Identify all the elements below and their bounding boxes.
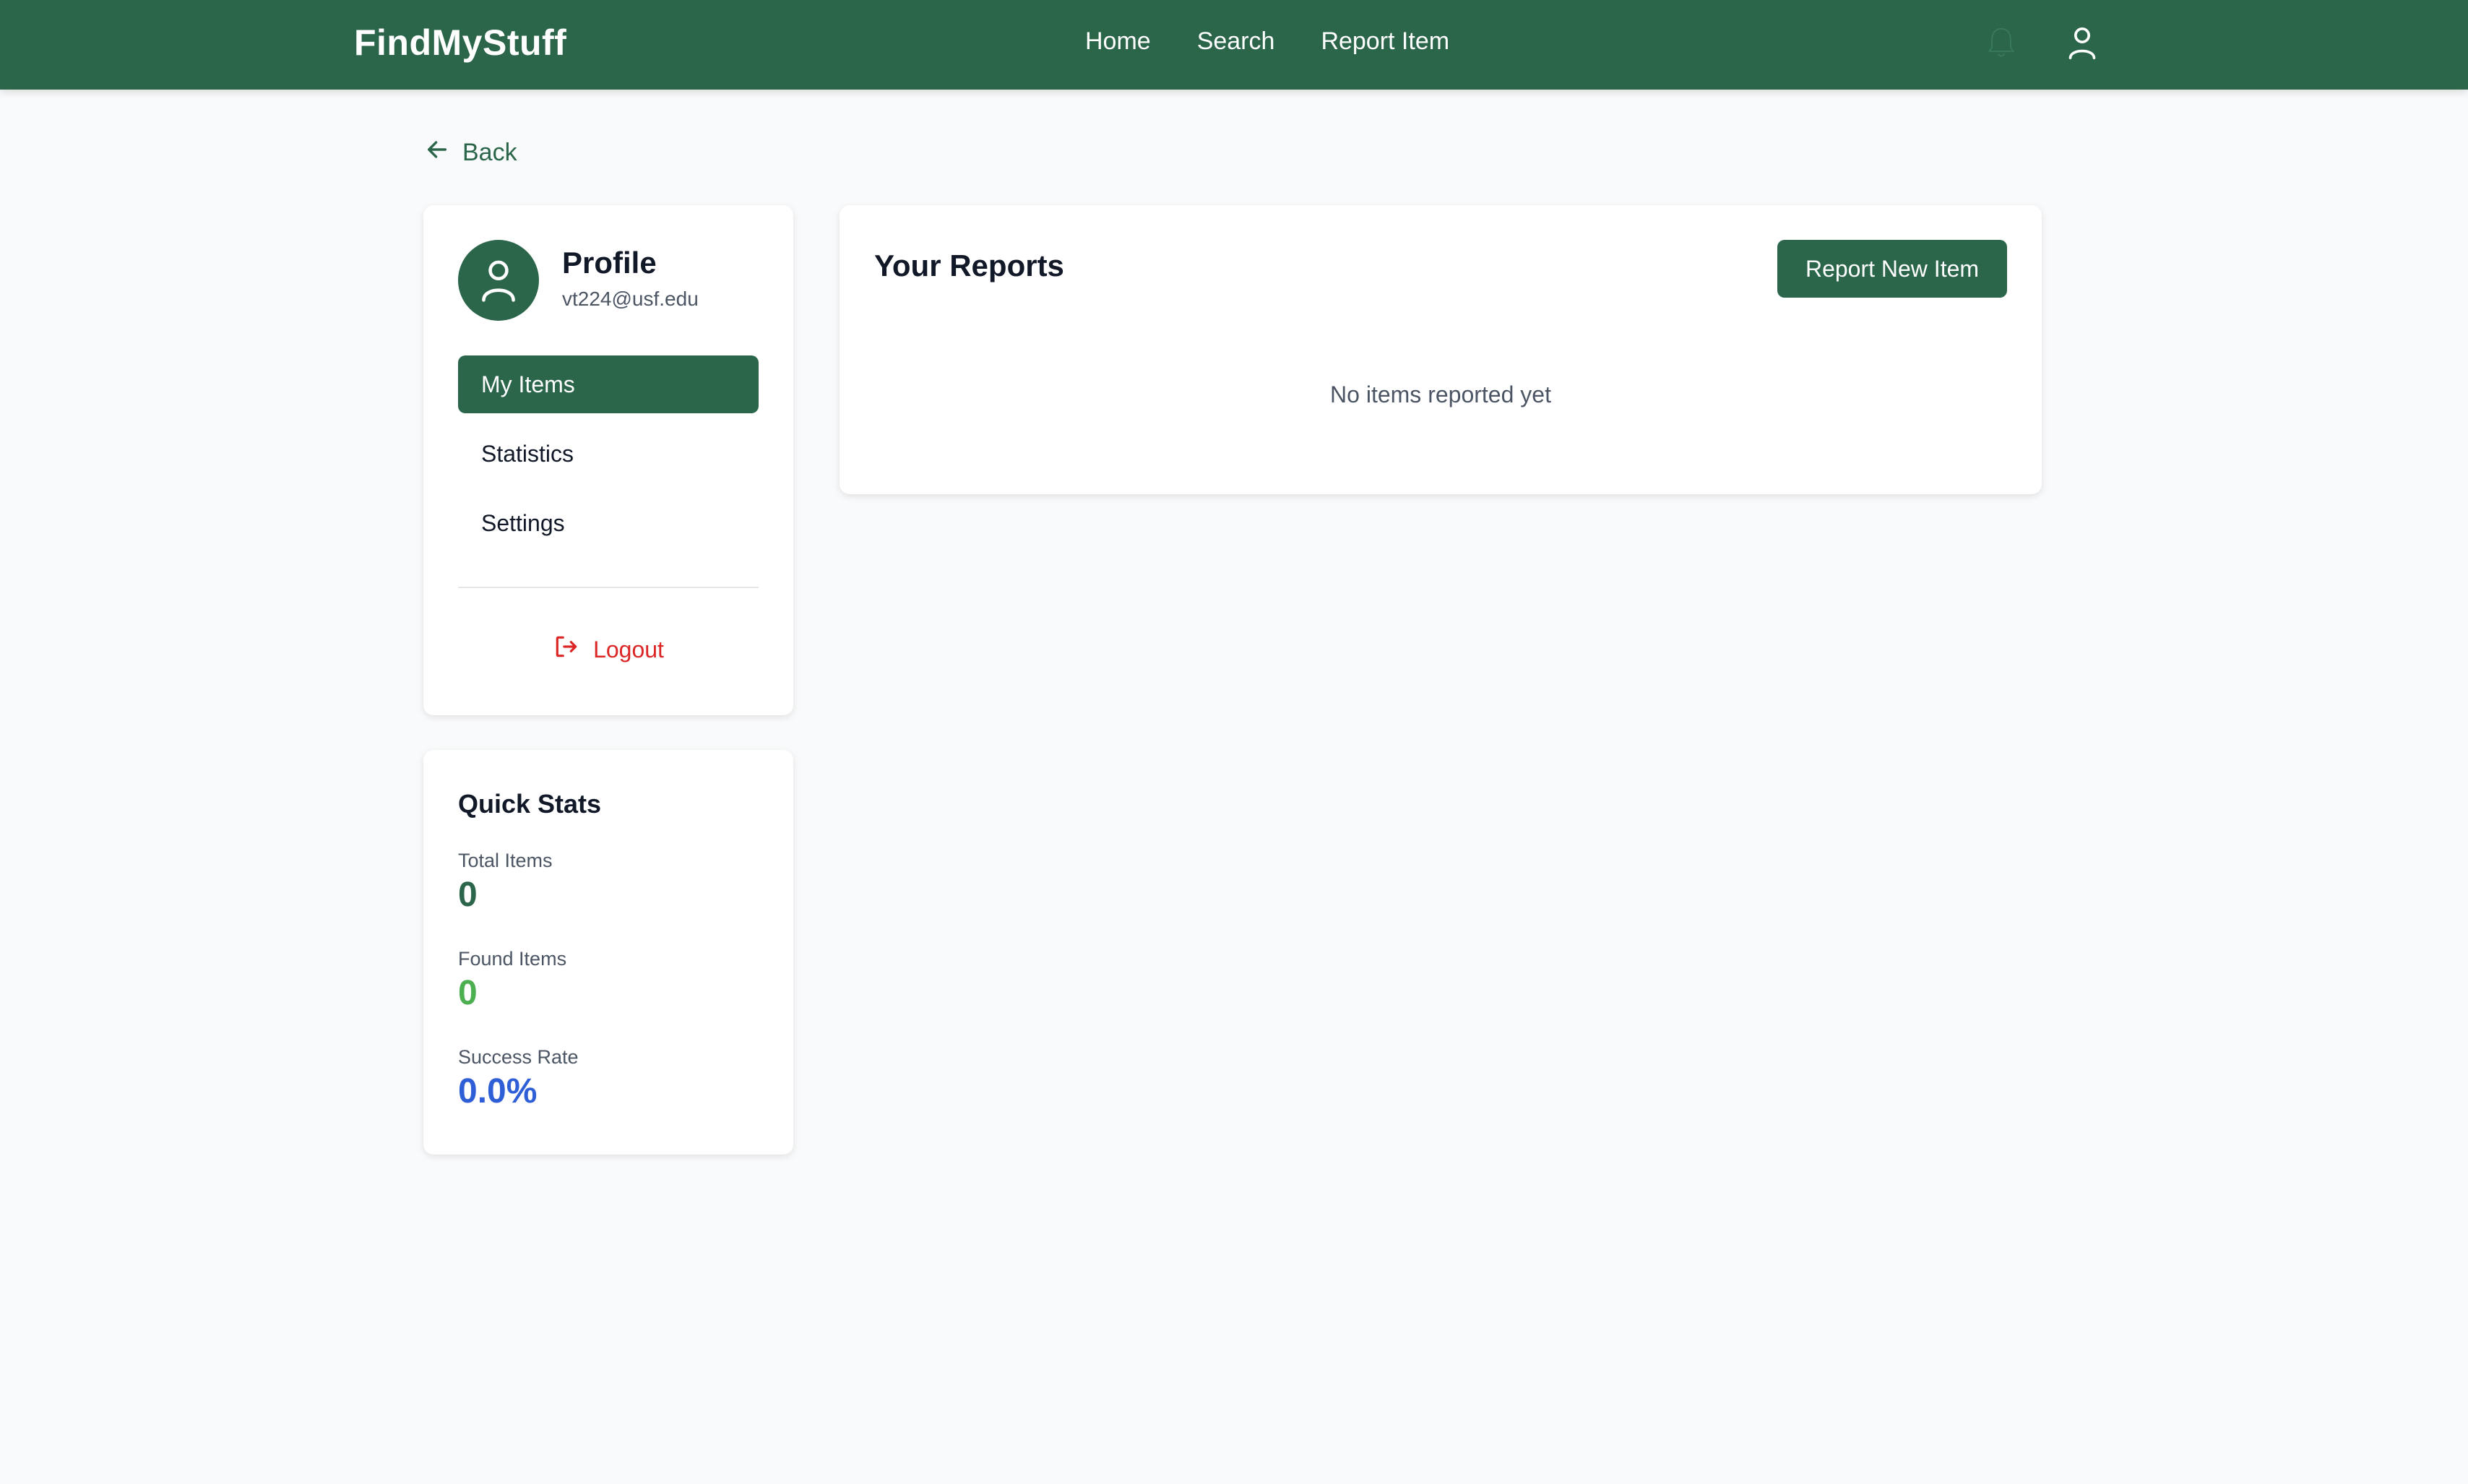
stat-total-items: Total Items 0 bbox=[458, 850, 553, 915]
stat-value: 0 bbox=[458, 876, 478, 914]
stat-found-items: Found Items 0 bbox=[458, 948, 566, 1013]
back-link[interactable]: Back bbox=[425, 137, 517, 168]
logout-label: Logout bbox=[593, 636, 664, 663]
brand-logo[interactable]: FindMyStuff bbox=[354, 22, 566, 64]
quick-stats-title: Quick Stats bbox=[458, 789, 602, 819]
divider bbox=[458, 587, 759, 588]
stat-label: Total Items bbox=[458, 850, 553, 871]
menu-item-settings[interactable]: Settings bbox=[458, 494, 759, 552]
reports-title: Your Reports bbox=[874, 249, 1064, 282]
back-label: Back bbox=[462, 139, 517, 166]
nav-links: Home Search Report Item bbox=[1085, 27, 1449, 56]
top-navbar: FindMyStuff Home Search Report Item bbox=[0, 0, 2468, 90]
profile-menu: My Items Statistics Settings bbox=[458, 355, 759, 564]
quick-stats-card: Quick Stats Total Items 0 Found Items 0 … bbox=[423, 750, 793, 1155]
nav-search-link[interactable]: Search bbox=[1197, 27, 1275, 56]
nav-report-item-link[interactable]: Report Item bbox=[1321, 27, 1449, 56]
your-reports-card: Your Reports Report New Item No items re… bbox=[840, 205, 2042, 494]
user-icon[interactable] bbox=[2066, 25, 2098, 66]
user-icon bbox=[482, 260, 515, 302]
nav-home-link[interactable]: Home bbox=[1085, 27, 1151, 56]
bell-icon[interactable] bbox=[1985, 25, 2017, 66]
avatar bbox=[458, 240, 539, 321]
report-new-item-button[interactable]: Report New Item bbox=[1777, 240, 2007, 298]
menu-item-my-items[interactable]: My Items bbox=[458, 355, 759, 413]
stat-label: Found Items bbox=[458, 948, 567, 970]
profile-card: Profile vt224@usf.edu My Items Statistic… bbox=[423, 205, 793, 715]
menu-item-statistics[interactable]: Statistics bbox=[458, 425, 759, 483]
stat-value: 0.0% bbox=[458, 1072, 538, 1110]
profile-email: vt224@usf.edu bbox=[562, 288, 699, 310]
arrow-left-icon bbox=[425, 137, 449, 168]
logout-icon bbox=[553, 633, 580, 666]
stat-label: Success Rate bbox=[458, 1046, 579, 1068]
profile-title: Profile bbox=[562, 246, 657, 280]
empty-state-message: No items reported yet bbox=[1330, 381, 1551, 407]
stat-value: 0 bbox=[458, 974, 478, 1012]
logout-button[interactable]: Logout bbox=[423, 633, 793, 666]
stat-success-rate: Success Rate 0.0% bbox=[458, 1046, 579, 1111]
